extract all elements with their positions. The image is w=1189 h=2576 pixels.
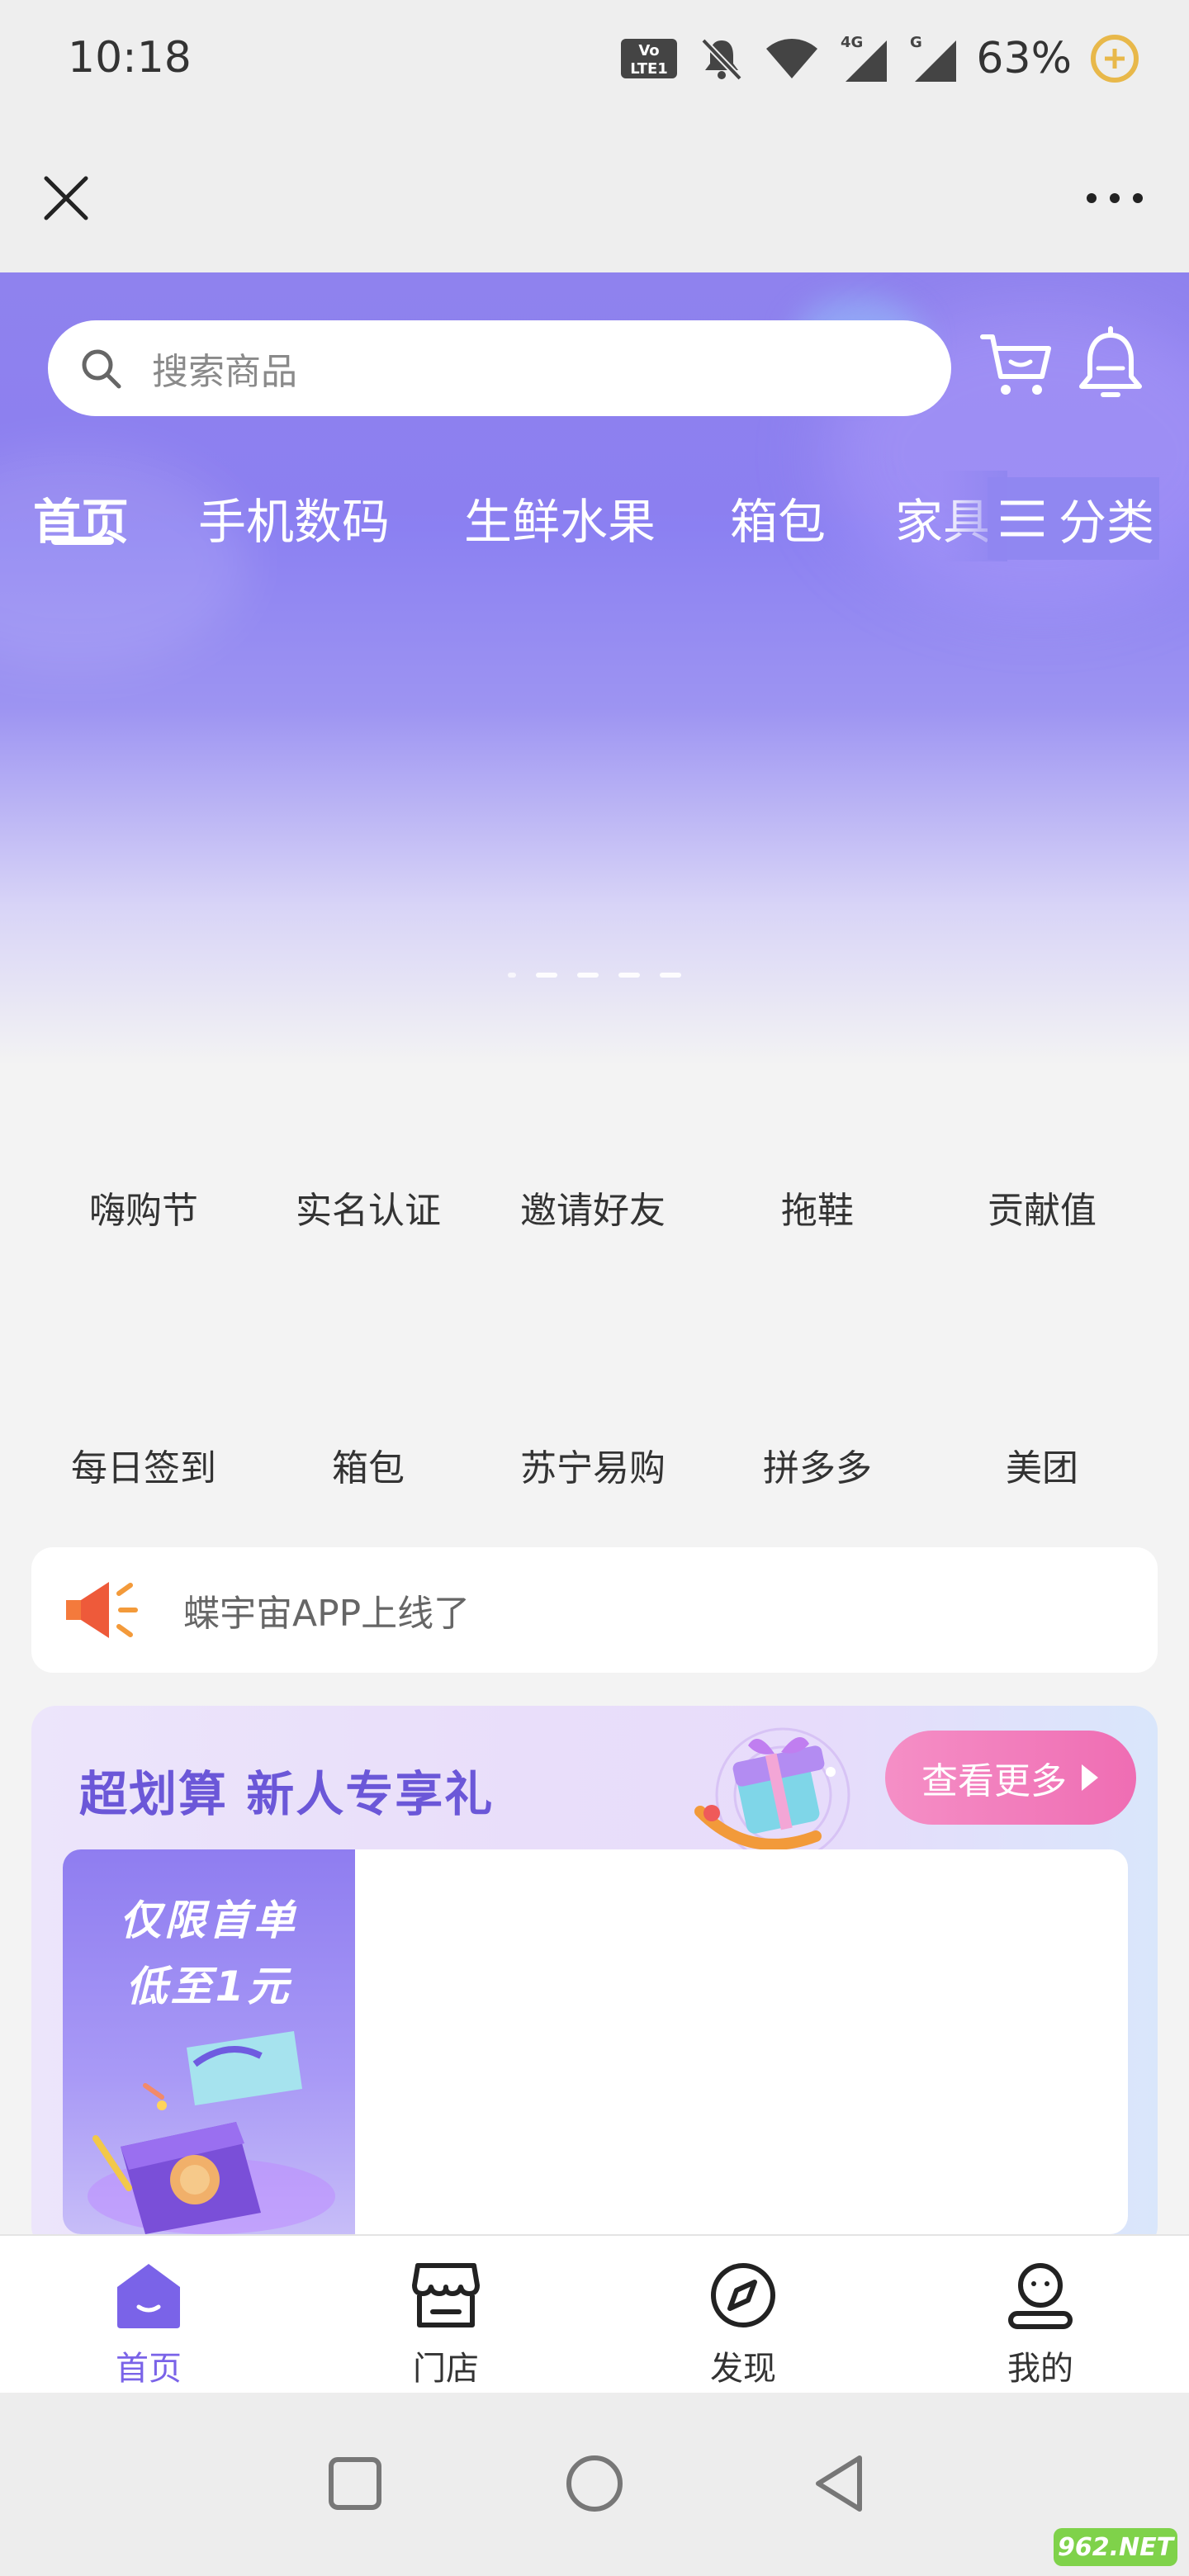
status-bar: 10:18 Vo LTE1 4G G 63% bbox=[0, 0, 1189, 124]
mute-bell-icon bbox=[701, 38, 743, 81]
nav-profile[interactable]: 我的 bbox=[892, 2236, 1189, 2394]
search-input[interactable]: 搜索商品 bbox=[48, 320, 951, 416]
system-navigation-bar: 962.NET bbox=[0, 2393, 1189, 2576]
carousel-dot bbox=[508, 973, 516, 978]
notification-button[interactable] bbox=[1073, 325, 1148, 405]
carousel-dot bbox=[660, 973, 681, 978]
promo-card[interactable]: 仅限首单 低至1元 bbox=[63, 1849, 1128, 2234]
store-icon bbox=[412, 2263, 480, 2327]
search-placeholder: 搜索商品 bbox=[152, 351, 297, 393]
all-categories-button[interactable]: 分类 bbox=[988, 477, 1160, 560]
new-user-promo: 超划算 新人专享礼 查看更多 仅限首单 低至1元 bbox=[31, 1706, 1158, 2251]
grid-item-contribution[interactable]: 贡献值 bbox=[930, 1181, 1154, 1234]
battery-saver-icon bbox=[1091, 35, 1139, 83]
grid-item-shopping-festival[interactable]: 嗨购节 bbox=[31, 1181, 256, 1234]
recent-apps-button[interactable] bbox=[314, 2442, 396, 2525]
bell-icon bbox=[1079, 326, 1142, 397]
first-order-price-text: 低至1元 bbox=[126, 1963, 292, 2010]
category-label: 分类 bbox=[1059, 495, 1155, 551]
svg-text:4G: 4G bbox=[841, 34, 863, 51]
view-more-label: 查看更多 bbox=[921, 1760, 1067, 1802]
signal-g-icon: G bbox=[910, 34, 957, 82]
signal-4g-icon: 4G bbox=[841, 34, 888, 82]
svg-text:LTE1: LTE1 bbox=[631, 60, 669, 78]
svg-text:G: G bbox=[910, 34, 922, 51]
grid-item-daily-checkin[interactable]: 每日签到 bbox=[31, 1438, 256, 1491]
first-order-banner[interactable]: 仅限首单 低至1元 bbox=[63, 1849, 355, 2234]
quick-entry-grid: 嗨购节 实名认证 邀请好友 拖鞋 贡献值 每日签到 箱包 苏宁易购 拼多多 美团 bbox=[0, 1065, 1189, 1494]
square-icon bbox=[329, 2457, 381, 2510]
svg-text:Vo: Vo bbox=[639, 42, 660, 59]
carousel-dot bbox=[536, 973, 557, 978]
battery-percent: 63% bbox=[976, 34, 1072, 83]
first-order-text: 仅限首单 bbox=[120, 1896, 298, 1944]
cart-icon bbox=[980, 334, 1051, 395]
nav-home-label: 首页 bbox=[116, 2350, 182, 2388]
announcement-text: 蝶宇宙APP上线了 bbox=[183, 1593, 471, 1635]
circle-icon bbox=[566, 2455, 623, 2512]
nav-home[interactable]: 首页 bbox=[0, 2236, 297, 2394]
close-icon bbox=[44, 176, 88, 220]
home-icon bbox=[117, 2264, 180, 2328]
nav-store[interactable]: 门店 bbox=[297, 2236, 594, 2394]
view-more-button[interactable]: 查看更多 bbox=[885, 1731, 1136, 1825]
grid-item-invite-friends[interactable]: 邀请好友 bbox=[481, 1181, 705, 1234]
carousel-dot bbox=[618, 973, 640, 978]
profile-icon bbox=[1008, 2263, 1073, 2329]
megaphone-icon bbox=[66, 1582, 138, 1638]
grid-item-suning[interactable]: 苏宁易购 bbox=[481, 1438, 705, 1491]
menu-icon bbox=[1001, 500, 1044, 537]
tab-phones-digital[interactable]: 手机数码 bbox=[198, 483, 390, 552]
tab-fresh-fruit[interactable]: 生鲜水果 bbox=[464, 483, 656, 552]
nav-discover-label: 发现 bbox=[710, 2350, 776, 2388]
status-icons: Vo LTE1 4G G 63% bbox=[619, 30, 1139, 88]
hero-banner[interactable]: 搜索商品 首页 手机数码 生鲜水果 箱包 家具 分类 bbox=[0, 272, 1189, 1065]
back-system-button[interactable] bbox=[798, 2442, 880, 2525]
grid-item-pinduoduo[interactable]: 拼多多 bbox=[705, 1438, 930, 1491]
search-icon bbox=[82, 349, 121, 389]
open-gift-icon bbox=[88, 2031, 335, 2234]
gift-box-icon bbox=[694, 1727, 850, 1863]
close-button[interactable] bbox=[33, 165, 99, 231]
cart-button[interactable] bbox=[979, 329, 1054, 403]
more-horizontal-icon bbox=[1087, 193, 1143, 203]
compass-icon bbox=[711, 2263, 775, 2327]
grid-item-meituan[interactable]: 美团 bbox=[930, 1438, 1154, 1491]
grid-item-bags[interactable]: 箱包 bbox=[256, 1438, 481, 1491]
promo-title: 超划算 新人专享礼 bbox=[79, 1766, 495, 1822]
carousel-dot bbox=[577, 973, 599, 978]
nav-profile-label: 我的 bbox=[1007, 2350, 1073, 2388]
watermark-logo: 962.NET bbox=[1054, 2528, 1177, 2566]
bottom-navigation: 首页 门店 发现 我的 bbox=[0, 2234, 1189, 2393]
grid-item-real-name-auth[interactable]: 实名认证 bbox=[256, 1181, 481, 1234]
nav-store-label: 门店 bbox=[413, 2350, 479, 2388]
wifi-icon bbox=[766, 39, 818, 78]
status-time: 10:18 bbox=[68, 33, 192, 83]
active-tab-indicator bbox=[51, 537, 114, 545]
tab-bags[interactable]: 箱包 bbox=[730, 483, 826, 552]
volte-icon: Vo LTE1 bbox=[621, 39, 678, 78]
play-arrow-icon bbox=[1082, 1764, 1098, 1791]
carousel-indicator bbox=[0, 973, 1189, 978]
announcement-bar[interactable]: 蝶宇宙APP上线了 bbox=[31, 1547, 1158, 1673]
back-triangle-icon bbox=[816, 2455, 862, 2512]
home-system-button[interactable] bbox=[553, 2442, 636, 2525]
top-bar bbox=[0, 124, 1189, 272]
more-options-button[interactable] bbox=[1073, 165, 1156, 231]
grid-item-slippers[interactable]: 拖鞋 bbox=[705, 1181, 930, 1234]
nav-discover[interactable]: 发现 bbox=[594, 2236, 892, 2394]
